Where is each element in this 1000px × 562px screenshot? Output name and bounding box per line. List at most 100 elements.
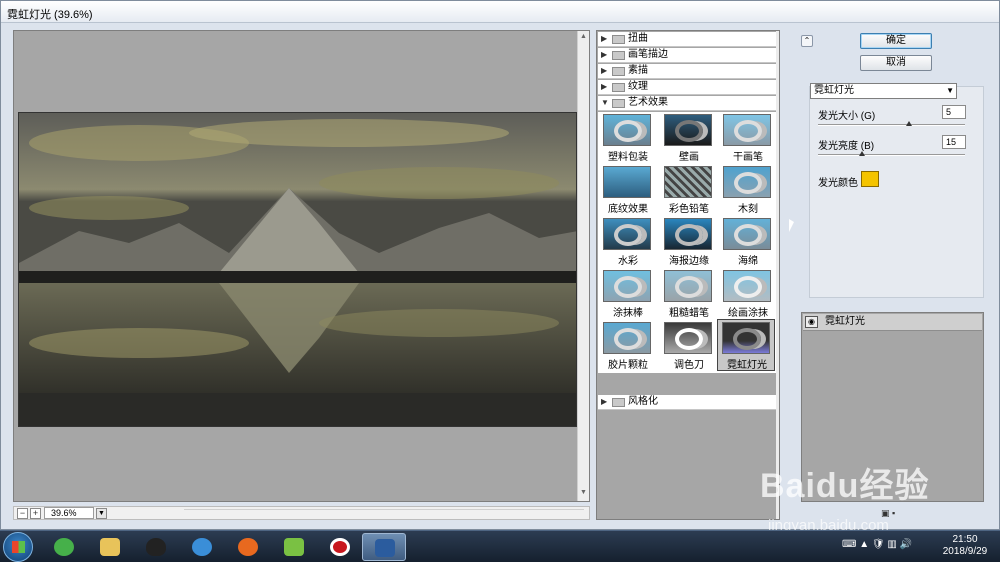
preview-area[interactable]: ▲ ▼ <box>13 30 590 502</box>
taskbar-app-video[interactable] <box>272 533 316 561</box>
thumbnail-plastic-wrap[interactable]: 塑料包装 <box>600 114 656 165</box>
folder-icon <box>612 51 625 60</box>
thumbnail-image <box>723 218 771 250</box>
folder-icon <box>612 83 625 92</box>
glow-color-label: 发光颜色 <box>818 178 858 189</box>
taskbar-app-media[interactable] <box>180 533 224 561</box>
zoom-in-button[interactable]: + <box>30 508 41 519</box>
taskbar-clock[interactable]: 21:50 2018/9/29 <box>940 534 990 558</box>
scroll-down-icon[interactable]: ▼ <box>580 489 587 496</box>
collapse-gallery-button[interactable]: ⌃ <box>801 35 813 47</box>
thumbnail-paint-daubs[interactable]: 绘画涂抹 <box>720 270 776 321</box>
thumbnail-smudge-stick[interactable]: 涂抹棒 <box>600 270 656 321</box>
zoom-bar: − + 39.6% ▼ <box>13 506 590 520</box>
glow-brightness-slider[interactable] <box>818 151 965 156</box>
thumbnail-image <box>664 322 712 354</box>
filter-select[interactable]: 霓虹灯光 ▼ <box>810 83 957 99</box>
thumbnail-image <box>664 218 712 250</box>
window-title: 霓虹灯光 (39.6%) <box>7 9 93 21</box>
expand-arrow-icon: ▶ <box>601 397 608 406</box>
record-icon <box>330 538 350 556</box>
thumbnail-watercolor[interactable]: 水彩 <box>600 218 656 269</box>
thumbnail-dry-brush[interactable]: 干画笔 <box>720 114 776 165</box>
slider-knob[interactable] <box>859 151 866 156</box>
keyboard-icon[interactable]: ⌨ <box>842 539 856 550</box>
glow-brightness-input[interactable]: 15 <box>942 135 966 149</box>
thumbnail-image <box>723 114 771 146</box>
thumbnail-underpainting[interactable]: 底纹效果 <box>600 166 656 217</box>
taskbar-app-qq[interactable] <box>134 533 178 561</box>
thumbnail-film-grain[interactable]: 胶片颗粒 <box>600 322 656 373</box>
thumbnail-image <box>664 114 712 146</box>
qq-penguin-icon <box>146 538 166 556</box>
thumbnail-image <box>723 270 771 302</box>
thumbnail-rough-pastels[interactable]: 粗糙蜡笔 <box>661 270 717 321</box>
thumbnail-image <box>603 218 651 250</box>
preview-scrollbar[interactable]: ▲ ▼ <box>577 31 589 501</box>
taskbar-app-explorer[interactable] <box>88 533 132 561</box>
glow-size-slider[interactable] <box>818 121 965 126</box>
thumbnail-sponge[interactable]: 海绵 <box>720 218 776 269</box>
zoom-out-button[interactable]: − <box>17 508 28 519</box>
taskbar-app-recorder[interactable] <box>318 533 362 561</box>
thumbnail-palette-knife[interactable]: 调色刀 <box>661 322 717 373</box>
thumbnail-image <box>722 322 770 354</box>
double-chevron-up-icon: ⌃ <box>803 36 811 45</box>
scroll-up-icon[interactable]: ▲ <box>580 33 587 40</box>
folder-icon <box>100 538 120 556</box>
glow-size-input[interactable]: 5 <box>942 105 966 119</box>
thumbnail-colored-pencil[interactable]: 彩色铅笔 <box>661 166 717 217</box>
category-sketch[interactable]: ▶ 素描 <box>598 64 778 79</box>
delete-layer-icon[interactable]: ▪ <box>892 508 895 518</box>
thumbnail-cutout[interactable]: 木刻 <box>720 166 776 217</box>
thumbnail-neon-glow[interactable]: 霓虹灯光 <box>717 319 775 371</box>
glow-size-label: 发光大小 (G) <box>818 111 876 122</box>
thumbnail-image <box>603 270 651 302</box>
show-hidden-icon[interactable]: ▲ <box>859 539 869 550</box>
taskbar-app-360[interactable] <box>42 533 86 561</box>
thumbnail-image <box>603 114 651 146</box>
effect-layer-row[interactable]: ◉ 霓虹灯光 <box>803 314 982 331</box>
collapse-arrow-icon: ▼ <box>601 98 609 107</box>
cancel-button[interactable]: 取消 <box>860 55 932 71</box>
horizontal-scrollbar[interactable] <box>184 509 584 518</box>
photoshop-feather-icon <box>375 539 395 557</box>
thumbnail-poster-edges[interactable]: 海报边缘 <box>661 218 717 269</box>
folder-icon <box>612 35 625 44</box>
clock-date: 2018/9/29 <box>942 546 988 557</box>
expand-arrow-icon: ▶ <box>601 66 608 75</box>
category-distort[interactable]: ▶ 扭曲 <box>598 32 778 47</box>
taskbar-app-photoshop[interactable] <box>362 533 406 561</box>
glow-color-swatch[interactable] <box>861 171 879 187</box>
category-brush-strokes[interactable]: ▶ 画笔描边 <box>598 48 778 63</box>
category-texture[interactable]: ▶ 纹理 <box>598 80 778 95</box>
dialog-body: ▲ ▼ − + 39.6% ▼ ▶ 扭曲 ▶ 画笔描边 ▶ 素描 ▶ 纹理 ▼ … <box>1 23 999 529</box>
360-browser-icon <box>54 538 74 556</box>
expand-arrow-icon: ▶ <box>601 50 608 59</box>
thumbnail-fresco[interactable]: 壁画 <box>661 114 717 165</box>
category-stylize[interactable]: ▶ 风格化 <box>598 395 778 410</box>
folder-open-icon <box>612 99 625 108</box>
slider-knob[interactable] <box>906 121 913 126</box>
glow-brightness-label: 发光亮度 (B) <box>818 141 875 152</box>
dropdown-arrow-icon: ▼ <box>946 86 954 95</box>
security-icon[interactable]: 🛡 <box>872 539 885 550</box>
category-artistic[interactable]: ▼ 艺术效果 <box>598 96 778 111</box>
taskbar-app-firefox[interactable] <box>226 533 270 561</box>
zoom-value[interactable]: 39.6% <box>44 507 94 519</box>
gallery-scrollbar[interactable] <box>776 31 779 519</box>
filter-gallery-panel: ▶ 扭曲 ▶ 画笔描边 ▶ 素描 ▶ 纹理 ▼ 艺术效果 塑料包装 壁画 干画笔… <box>596 30 780 520</box>
start-button[interactable] <box>3 532 33 562</box>
baidu-watermark-logo: Baidu经验 <box>760 467 930 505</box>
title-bar[interactable]: 霓虹灯光 (39.6%) <box>1 1 999 23</box>
ok-button[interactable]: 确定 <box>860 33 932 49</box>
thumbnail-grid: 塑料包装 壁画 干画笔 底纹效果 彩色铅笔 木刻 水彩 海报边缘 海绵 涂抹棒 … <box>598 112 778 373</box>
media-player-icon <box>192 538 212 556</box>
volume-icon[interactable]: 🔊 <box>900 539 912 550</box>
taskbar: ⌨ ▲ 🛡 ▥ 🔊 21:50 2018/9/29 <box>0 530 1000 562</box>
expand-arrow-icon: ▶ <box>601 82 608 91</box>
eye-icon[interactable]: ◉ <box>805 316 818 328</box>
zoom-dropdown-icon[interactable]: ▼ <box>96 508 107 519</box>
network-icon[interactable]: ▥ <box>887 539 896 550</box>
clock-time: 21:50 <box>952 534 978 545</box>
